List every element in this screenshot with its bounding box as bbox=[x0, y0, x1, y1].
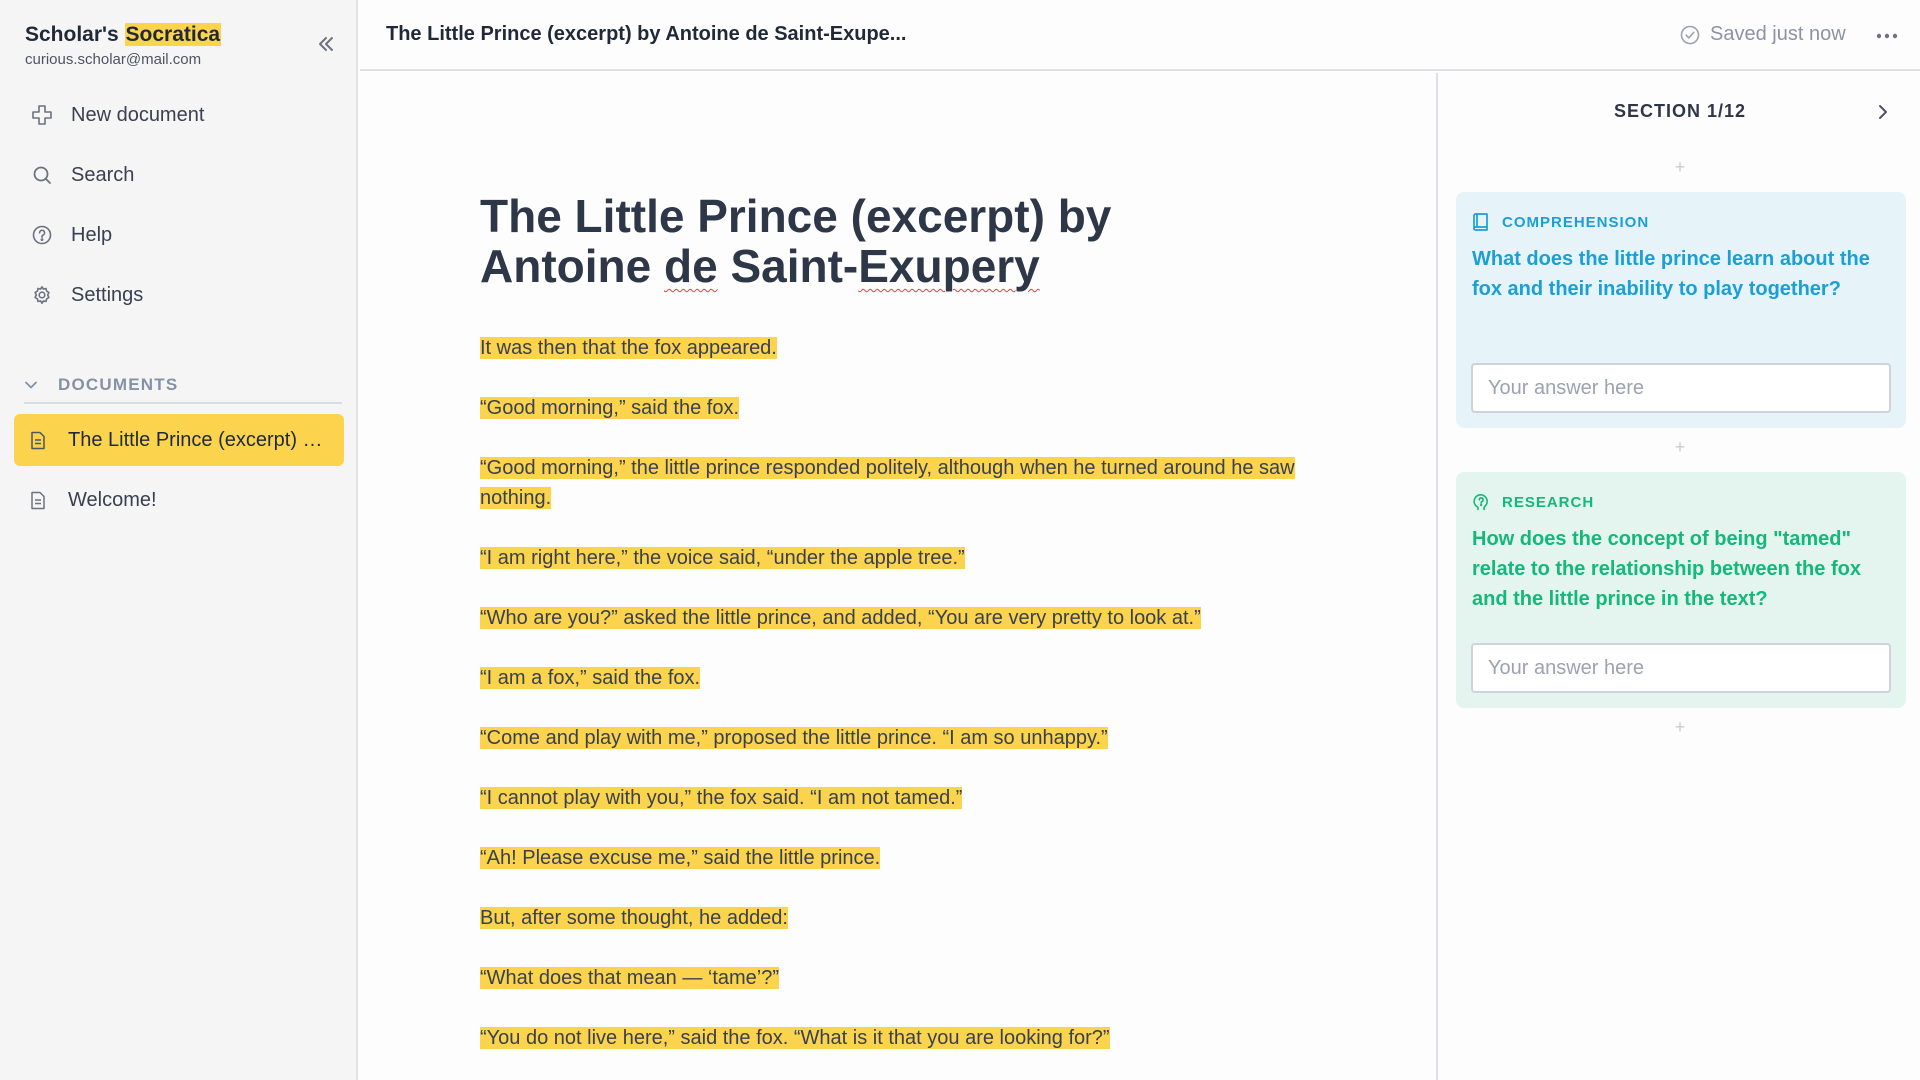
new-document-label: New document bbox=[71, 103, 205, 126]
question-text: What does the little prince learn about … bbox=[1472, 248, 1870, 300]
research-bulb-icon bbox=[1472, 493, 1490, 511]
question-tag: RESEARCH bbox=[1472, 492, 1890, 512]
add-question-button[interactable]: + bbox=[1440, 437, 1920, 458]
document-heading[interactable]: The Little Prince (excerpt) by Antoine d… bbox=[480, 191, 1220, 291]
paragraph-text: “Come and play with me,” proposed the li… bbox=[480, 727, 1108, 749]
app-brand: Scholar's Socratica bbox=[25, 23, 222, 47]
new-document-button[interactable]: New document bbox=[14, 90, 344, 140]
plus-outline-icon bbox=[30, 103, 54, 127]
answer-input[interactable] bbox=[1471, 363, 1891, 413]
save-status-label: Saved just now bbox=[1710, 23, 1846, 45]
document-icon bbox=[30, 491, 50, 510]
paragraph-text: “Good morning,” said the fox. bbox=[480, 397, 740, 419]
document-icon bbox=[30, 431, 50, 450]
brand-prefix: Scholar's bbox=[25, 23, 119, 46]
paragraph[interactable]: “I am a fox,” said the fox. bbox=[480, 663, 1300, 693]
book-icon bbox=[1472, 213, 1490, 231]
more-options-button[interactable] bbox=[1870, 20, 1904, 50]
question-tag-label: RESEARCH bbox=[1502, 493, 1595, 511]
ellipsis-icon bbox=[1876, 26, 1898, 44]
document-item-label: Welcome! bbox=[68, 488, 157, 511]
settings-button[interactable]: Settings bbox=[14, 270, 344, 320]
question-card-comprehension: COMPREHENSION What does the little princ… bbox=[1456, 192, 1906, 428]
help-circle-icon bbox=[30, 223, 54, 247]
heading-word-misspelled: Exupery bbox=[858, 240, 1040, 292]
paragraph-text: It was then that the fox appeared. bbox=[480, 337, 777, 359]
heading-word-misspelled: de bbox=[663, 240, 718, 292]
next-section-button[interactable] bbox=[1868, 99, 1898, 129]
heading-word: Antoine bbox=[480, 240, 664, 292]
paragraph[interactable]: “Who are you?” asked the little prince, … bbox=[480, 603, 1300, 633]
collapse-sidebar-button[interactable] bbox=[310, 32, 342, 60]
document-item-little-prince[interactable]: The Little Prince (excerpt) by Antoine d… bbox=[14, 414, 344, 466]
section-indicator: SECTION 1/12 bbox=[1613, 101, 1747, 121]
paragraph-text: “Ah! Please excuse me,” said the little … bbox=[480, 847, 881, 869]
heading-line-1: The Little Prince (excerpt) by bbox=[480, 190, 1112, 242]
paragraph-text: “What does that mean — ‘tame’?” bbox=[480, 967, 780, 989]
paragraph[interactable]: “What does that mean — ‘tame’?” bbox=[480, 963, 1300, 993]
paragraph-text: “Who are you?” asked the little prince, … bbox=[480, 607, 1201, 629]
document-editor[interactable]: The Little Prince (excerpt) by Antoine d… bbox=[360, 73, 1438, 1080]
paragraph-text: But, after some thought, he added: bbox=[480, 907, 788, 929]
sidebar: Scholar's Socratica curious.scholar@mail… bbox=[0, 0, 358, 1080]
question-text: How does the concept of being "tamed" re… bbox=[1472, 528, 1861, 610]
brand-highlight: Socratica bbox=[124, 23, 222, 46]
document-item-welcome[interactable]: Welcome! bbox=[14, 474, 344, 526]
paragraph[interactable]: “Good morning,” the little prince respon… bbox=[480, 453, 1300, 513]
add-question-button[interactable]: + bbox=[1440, 717, 1920, 738]
paragraph-text: “I cannot play with you,” the fox said. … bbox=[480, 787, 963, 809]
paragraph[interactable]: “Good morning,” said the fox. bbox=[480, 393, 1300, 423]
settings-label: Settings bbox=[71, 283, 144, 306]
help-button[interactable]: Help bbox=[14, 210, 344, 260]
chevron-down-icon bbox=[24, 378, 40, 392]
document-item-label: The Little Prince (excerpt) by Antoine d… bbox=[68, 428, 333, 451]
question-tag-label: COMPREHENSION bbox=[1502, 213, 1650, 231]
paragraph[interactable]: “Ah! Please excuse me,” said the little … bbox=[480, 843, 1300, 873]
paragraph[interactable]: “I am right here,” the voice said, “unde… bbox=[480, 543, 1300, 573]
questions-panel: SECTION 1/12 + COMPREHENSION What does t… bbox=[1440, 73, 1920, 1080]
chevron-right-icon bbox=[1877, 104, 1889, 125]
save-status: Saved just now bbox=[1680, 23, 1846, 46]
question-tag: COMPREHENSION bbox=[1472, 212, 1890, 232]
paragraph-text: “I am a fox,” said the fox. bbox=[480, 667, 701, 689]
paragraph-text: “You do not live here,” said the fox. “W… bbox=[480, 1027, 1110, 1049]
paragraph[interactable]: It was then that the fox appeared. bbox=[480, 333, 1300, 363]
documents-header-label: DOCUMENTS bbox=[58, 375, 179, 394]
paragraph[interactable]: “I cannot play with you,” the fox said. … bbox=[480, 783, 1300, 813]
add-question-button[interactable]: + bbox=[1440, 157, 1920, 178]
gear-icon bbox=[30, 283, 54, 307]
help-label: Help bbox=[71, 223, 113, 246]
question-card-research: RESEARCH How does the concept of being "… bbox=[1456, 472, 1906, 708]
paragraph[interactable]: “You do not live here,” said the fox. “W… bbox=[480, 1023, 1300, 1053]
paragraph-text: “Good morning,” the little prince respon… bbox=[480, 457, 1295, 509]
check-circle-icon bbox=[1680, 25, 1700, 45]
heading-word: Saint- bbox=[717, 240, 859, 292]
top-bar: The Little Prince (excerpt) by Antoine d… bbox=[360, 0, 1920, 71]
paragraph[interactable]: “Come and play with me,” proposed the li… bbox=[480, 723, 1300, 753]
paragraph-text: “I am right here,” the voice said, “unde… bbox=[480, 547, 965, 569]
answer-input[interactable] bbox=[1471, 643, 1891, 693]
search-label: Search bbox=[71, 163, 135, 186]
account-email: curious.scholar@mail.com bbox=[25, 51, 202, 68]
search-icon bbox=[30, 163, 54, 187]
search-button[interactable]: Search bbox=[14, 150, 344, 200]
documents-section-toggle[interactable]: DOCUMENTS bbox=[24, 368, 342, 404]
paragraph[interactable]: But, after some thought, he added: bbox=[480, 903, 1300, 933]
double-chevron-left-icon bbox=[317, 35, 335, 58]
document-title: The Little Prince (excerpt) by Antoine d… bbox=[386, 23, 907, 45]
